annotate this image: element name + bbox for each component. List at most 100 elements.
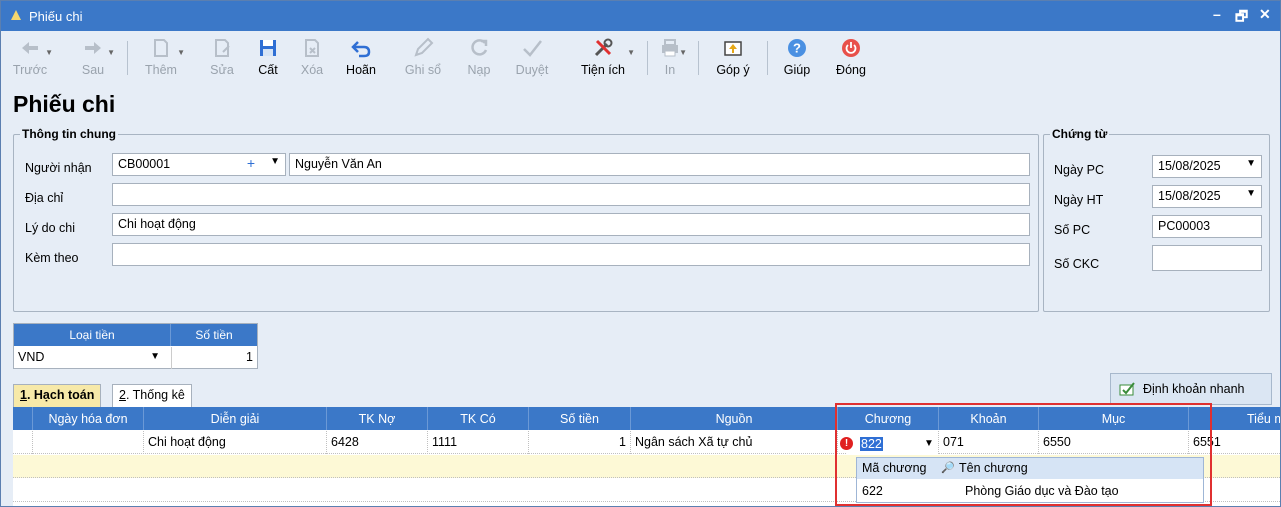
minimize-button[interactable]: – (1213, 6, 1221, 22)
loai-tien-header: Loại tiền (14, 324, 171, 346)
col-tk-no: TK Nợ (327, 407, 428, 430)
edit-document-icon (215, 39, 230, 57)
sau-button[interactable]: ▼ Sau (73, 31, 115, 85)
new-document-icon (154, 39, 168, 57)
hoan-label: Hoãn (346, 63, 376, 77)
chevron-down-icon: ▼ (107, 48, 115, 57)
tienich-button[interactable]: ▼ Tiện ích (573, 31, 635, 85)
currency-grid: Loại tiền Số tiền VND ▼ 1 (13, 323, 258, 369)
refresh-icon (471, 39, 488, 56)
tab-thong-ke[interactable]: 2. Thống kê (112, 384, 192, 407)
cell-so-tien[interactable]: 1 (529, 431, 631, 454)
them-label: Thêm (145, 63, 177, 77)
dong-label: Đóng (836, 63, 866, 77)
kem-theo-field[interactable] (112, 243, 1030, 266)
arrow-right-icon (85, 42, 101, 54)
page-title: Phiếu chi (13, 91, 116, 117)
ghiso-button[interactable]: Ghi sổ (399, 31, 447, 85)
chevron-down-icon: ▼ (679, 48, 687, 57)
tienich-label: Tiện ích (580, 63, 625, 77)
toolbar-separator (647, 41, 648, 75)
dong-button[interactable]: Đóng (831, 31, 871, 85)
dia-chi-label: Địa chỉ (25, 191, 64, 205)
ly-do-chi-field[interactable]: Chi hoạt động (112, 213, 1030, 236)
undo-icon (351, 41, 371, 58)
restore-button[interactable]: 🗗 (1235, 6, 1248, 30)
plus-icon[interactable]: + (247, 155, 255, 171)
app-icon (11, 10, 21, 20)
nguoi-nhan-name-field[interactable]: Nguyễn Văn An (289, 153, 1030, 176)
pencil-icon (414, 37, 434, 57)
delete-document-icon (305, 39, 319, 57)
highlight-box (835, 403, 1212, 506)
sua-button[interactable]: Sửa (207, 31, 237, 85)
them-button[interactable]: ▼ Thêm (139, 31, 185, 85)
toolbar-separator (127, 41, 128, 75)
nguoi-nhan-label: Người nhận (25, 161, 92, 175)
cell-tk-co[interactable]: 1111 (428, 431, 529, 454)
tab-hach-toan-label: . Hạch toán (26, 388, 95, 402)
ngay-ht-value: 15/08/2025 (1158, 189, 1221, 203)
in-button[interactable]: ▼ In (655, 31, 687, 85)
cell-tk-no[interactable]: 6428 (327, 431, 428, 454)
truoc-label: Trước (12, 63, 48, 77)
arrow-left-icon (22, 42, 38, 54)
truoc-button[interactable]: ▼ Trước (9, 31, 53, 85)
so-ckc-label: Số CKC (1054, 257, 1100, 271)
so-ckc-field[interactable] (1152, 245, 1262, 271)
nguoi-nhan-code-field[interactable]: CB00001 + ▼ (112, 153, 286, 176)
tab-hach-toan-num: 1 (20, 388, 27, 402)
xoa-button[interactable]: Xóa (295, 31, 329, 85)
tab-hach-toan[interactable]: 1. Hạch toán (13, 384, 102, 407)
xoa-label: Xóa (300, 63, 324, 77)
save-icon (260, 40, 276, 56)
help-icon: ? (788, 39, 806, 57)
hoan-button[interactable]: Hoãn (341, 31, 381, 85)
voucher-legend: Chứng từ (1052, 127, 1108, 141)
chevron-down-icon: ▼ (627, 48, 635, 57)
row-selector[interactable] (13, 431, 33, 454)
dinh-khoan-nhanh-button[interactable]: Định khoản nhanh (1110, 373, 1272, 405)
so-pc-field[interactable]: PC00003 (1152, 215, 1262, 238)
ngay-ht-field[interactable]: 15/08/2025 ▼ (1152, 185, 1262, 208)
feedback-icon (724, 41, 742, 56)
so-tien-field[interactable]: 1 (171, 347, 257, 369)
loai-tien-value: VND (18, 350, 45, 364)
quick-entry-icon (1119, 382, 1135, 396)
cell-nguon[interactable]: Ngân sách Xã tự chủ (631, 431, 838, 454)
gopy-button[interactable]: Góp ý (711, 31, 755, 85)
col-nguon: Nguồn (631, 407, 838, 430)
chevron-down-icon[interactable]: ▼ (270, 156, 280, 167)
col-so-tien: Số tiền (529, 407, 631, 430)
duyet-button[interactable]: Duyệt (509, 31, 555, 85)
ngay-pc-field[interactable]: 15/08/2025 ▼ (1152, 155, 1262, 178)
tools-icon (594, 38, 613, 57)
giup-button[interactable]: ? Giúp (779, 31, 815, 85)
chevron-down-icon[interactable]: ▼ (1246, 188, 1256, 199)
tab-thong-ke-label: . Thống kê (125, 388, 185, 402)
chevron-down-icon: ▼ (177, 48, 185, 57)
ngay-pc-value: 15/08/2025 (1158, 159, 1221, 173)
cat-label: Cất (258, 63, 278, 77)
cell-ngay-hoa-don[interactable] (33, 431, 144, 454)
svg-text:?: ? (793, 41, 801, 56)
so-tien-header: Số tiền (171, 324, 257, 346)
ghiso-label: Ghi sổ (404, 63, 442, 77)
giup-label: Giúp (783, 63, 811, 77)
cell-dien-giai[interactable]: Chi hoạt động (144, 431, 327, 454)
window: Phiếu chi – 🗗 ✕ ▼ Trước ▼ Sau ▼ Thêm Sửa… (0, 0, 1281, 507)
nap-button[interactable]: Nạp (461, 31, 497, 85)
power-icon (842, 39, 860, 57)
close-button[interactable]: ✕ (1259, 6, 1271, 23)
gopy-label: Góp ý (716, 63, 750, 77)
chevron-down-icon[interactable]: ▼ (1246, 158, 1256, 169)
sau-label: Sau (81, 63, 105, 77)
cat-button[interactable]: Cất (253, 31, 283, 85)
loai-tien-select[interactable]: VND ▼ (14, 347, 162, 369)
chevron-down-icon: ▼ (45, 48, 53, 57)
chevron-down-icon[interactable]: ▼ (150, 351, 160, 362)
nguoi-nhan-code-value: CB00001 (118, 157, 171, 171)
dinh-khoan-nhanh-label: Định khoản nhanh (1143, 382, 1245, 396)
toolbar-separator (698, 41, 699, 75)
dia-chi-field[interactable] (112, 183, 1030, 206)
